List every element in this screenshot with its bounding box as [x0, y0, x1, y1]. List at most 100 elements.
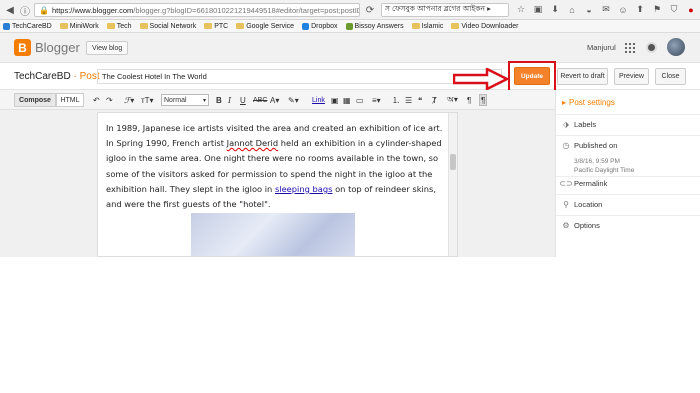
blogger-logo-text[interactable]: Blogger [35, 40, 80, 55]
bookmark-islamic[interactable]: Islamic [411, 23, 443, 30]
bookmark-bissoy-answers[interactable]: Bissoy Answers [345, 22, 404, 30]
post-title-input[interactable]: The Coolest Hotel In The World [97, 69, 502, 84]
folder-icon [411, 23, 420, 29]
user-name[interactable]: Manjurul [587, 43, 616, 52]
info-icon[interactable]: ⓘ [18, 3, 32, 18]
sidebar-item-label: Permalink [574, 179, 608, 188]
jump-break-icon[interactable]: ▭ [356, 94, 364, 106]
post-settings-title[interactable]: ▸ Post settings [562, 98, 615, 107]
adblock-icon[interactable]: ● [685, 3, 697, 16]
blogger-logo-icon[interactable]: B [14, 39, 31, 56]
sidebar-item-label: Options [574, 221, 600, 230]
bookmark-label: Tech [116, 22, 132, 30]
annotation-arrow-icon [453, 68, 509, 90]
bookmark-label: Video Downloader [461, 22, 519, 30]
bookmark-video-downloader[interactable]: Video Downloader [451, 23, 518, 30]
bookmark-tech[interactable]: Tech [106, 22, 132, 30]
folder-icon [451, 23, 460, 29]
font-size-icon[interactable]: ᴛT▾ [141, 94, 154, 106]
blogger-header: B Blogger View blog Manjurul [0, 33, 700, 63]
link-button[interactable]: Link [312, 94, 325, 106]
clear-format-icon[interactable]: Ⱦ [432, 94, 437, 106]
rtl-icon[interactable]: ¶ [467, 94, 471, 106]
tab-compose[interactable]: Compose [14, 93, 56, 107]
bookmark-ptc[interactable]: PTC [204, 23, 228, 30]
home-icon[interactable]: ⌂ [566, 3, 578, 16]
sidebar-item-label: Labels [574, 120, 597, 129]
browser-icons: ☆ ▣ ⬇ ⌂ ◒ ✉ ☺ ⬆ ⚑ ⛉ ● ≡ [515, 3, 700, 16]
highlight-color-icon[interactable]: ✎▾ [288, 94, 299, 106]
font-family-icon[interactable]: ℱ▾ [124, 94, 134, 106]
pocket-icon[interactable]: ◒ [583, 3, 595, 16]
revert-to-draft-button[interactable]: Revert to draft [557, 68, 608, 85]
sidebar-item-location[interactable]: ⚲ Location [562, 200, 602, 209]
favicon-icon [3, 22, 10, 30]
emoji-icon[interactable]: ☺ [617, 3, 629, 16]
sidebar-item-published-on[interactable]: ◷ Published on [562, 141, 618, 150]
folder-icon [106, 23, 115, 29]
bookmark-label: TechCareBD [12, 22, 52, 30]
bookmark-miniwork[interactable]: MiniWork [59, 22, 99, 30]
blog-name[interactable]: TechCareBD [14, 71, 71, 82]
input-tools-icon[interactable]: অ▾ [447, 94, 458, 106]
scrollbar-thumb[interactable] [450, 154, 456, 170]
post-settings-sidebar: ▸ Post settings ⬗ Labels ◷ Published on 3/8… [555, 90, 700, 257]
editor-toolbar: Compose HTML ↶ ↷ ℱ▾ ᴛT▾ Normal ▾ B I U AB… [0, 90, 555, 110]
breadcrumb-separator: · [73, 71, 77, 82]
folder-icon [204, 23, 213, 29]
divider [556, 114, 700, 115]
view-blog-button[interactable]: View blog [86, 41, 129, 55]
tab-html[interactable]: HTML [56, 93, 84, 107]
published-info: 3/8/16, 9:59 PM Pacific Daylight Time [574, 157, 634, 175]
favicon-icon [345, 22, 353, 30]
sidebar-item-labels[interactable]: ⬗ Labels [562, 120, 596, 129]
published-date: 3/8/16, 9:59 PM [574, 158, 620, 165]
close-button[interactable]: Close [655, 68, 686, 85]
undo-icon[interactable]: ↶ [93, 94, 100, 106]
flag-icon[interactable]: ⚑ [651, 3, 663, 16]
underline-icon[interactable]: U [240, 94, 246, 106]
bookmark-label: MiniWork [69, 22, 99, 30]
bookmark-google-service[interactable]: Google Service [236, 23, 294, 30]
post-paragraph: In 1989, Japanese ice artists visited th… [106, 121, 446, 212]
download-helper-icon[interactable]: ⬆ [634, 3, 646, 16]
video-icon[interactable]: ▦ [343, 94, 351, 106]
bookmark-social-network[interactable]: Social Network [139, 23, 196, 30]
bookmark-dropbox[interactable]: Dropbox [302, 22, 338, 30]
text-color-icon[interactable]: A▾ [270, 94, 279, 106]
strikethrough-icon[interactable]: ABC [253, 94, 267, 106]
bookmark-techcarebd[interactable]: TechCareBD [3, 22, 52, 30]
apps-grid-icon[interactable] [625, 43, 635, 53]
avatar[interactable] [667, 38, 685, 56]
back-icon[interactable]: ◀ [3, 3, 17, 17]
bullet-list-icon[interactable]: ☰ [405, 94, 412, 106]
sleeping-bags-link[interactable]: sleeping bags [275, 184, 333, 194]
url-field[interactable]: 🔒 https://www.blogger.com /blogger.g?blo… [34, 3, 360, 17]
italic-icon[interactable]: I [228, 94, 231, 106]
divider [556, 176, 700, 177]
chat-icon[interactable]: ✉ [600, 3, 612, 16]
editor-scrollbar[interactable] [448, 113, 457, 256]
notifications-icon[interactable] [646, 42, 657, 53]
shield-icon[interactable]: ⛉ [668, 3, 680, 16]
preview-button[interactable]: Preview [614, 68, 649, 85]
format-select-value: Normal [164, 96, 187, 104]
format-select[interactable]: Normal ▾ [161, 94, 209, 106]
downloads-icon[interactable]: ⬇ [549, 3, 561, 16]
reload-icon[interactable]: ⟳ [363, 3, 377, 17]
image-icon[interactable]: ▣ [331, 94, 339, 106]
ltr-icon[interactable]: ¶ [479, 94, 488, 106]
bookmark-star-icon[interactable]: ☆ [515, 3, 527, 16]
numbered-list-icon[interactable]: ⒈ [392, 94, 400, 106]
align-icon[interactable]: ≡▾ [372, 94, 381, 106]
sidebar-item-permalink[interactable]: ⊂⊃ Permalink [559, 179, 608, 188]
sidebar-item-options[interactable]: ⚙ Options [562, 221, 600, 230]
redo-icon[interactable]: ↷ [106, 94, 113, 106]
reading-list-icon[interactable]: ▣ [532, 3, 544, 16]
quote-icon[interactable]: ❝ [418, 94, 422, 106]
post-body-editor[interactable]: In 1989, Japanese ice artists visited th… [97, 112, 458, 257]
update-button[interactable]: Update [514, 67, 550, 85]
bold-icon[interactable]: B [216, 94, 222, 106]
search-field[interactable]: স ফেসবুক আপনার ব্লগের আইকন ▸ [381, 3, 509, 17]
igloo-photo[interactable] [191, 213, 355, 256]
